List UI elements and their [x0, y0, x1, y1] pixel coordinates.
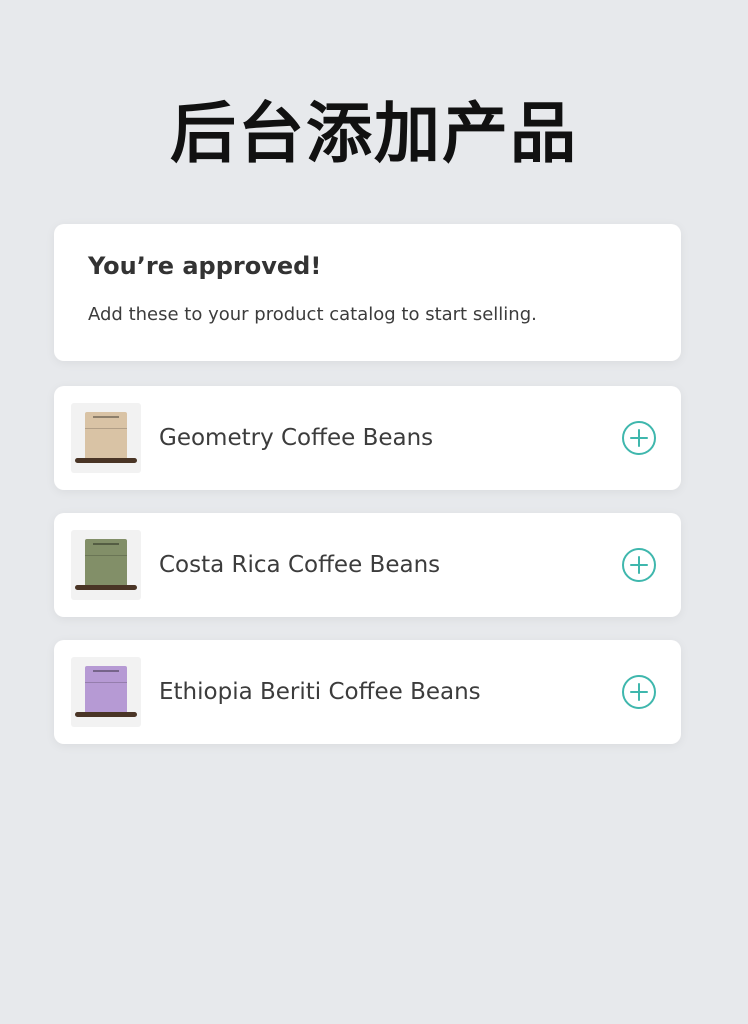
- approval-message: Add these to your product catalog to sta…: [88, 304, 537, 325]
- coffee-beans-image: [75, 585, 137, 590]
- product-thumbnail: [71, 403, 141, 473]
- add-product-button[interactable]: [621, 674, 657, 710]
- coffee-bag-image: [85, 412, 127, 460]
- plus-circle-icon: [622, 548, 656, 582]
- coffee-beans-image: [75, 458, 137, 463]
- product-name: Geometry Coffee Beans: [159, 425, 434, 451]
- add-product-button[interactable]: [621, 547, 657, 583]
- bag-label-stripe: [93, 416, 119, 418]
- bag-label-stripe: [93, 543, 119, 545]
- product-thumbnail: [71, 657, 141, 727]
- approval-heading: You’re approved!: [88, 252, 322, 280]
- bag-seam: [85, 428, 127, 429]
- add-product-button[interactable]: [621, 420, 657, 456]
- coffee-bag-image: [85, 666, 127, 714]
- product-card-costa-rica[interactable]: Costa Rica Coffee Beans: [54, 513, 681, 617]
- bag-label-stripe: [93, 670, 119, 672]
- product-card-ethiopia-beriti[interactable]: Ethiopia Beriti Coffee Beans: [54, 640, 681, 744]
- bag-seam: [85, 682, 127, 683]
- plus-circle-icon: [622, 675, 656, 709]
- product-name: Costa Rica Coffee Beans: [159, 552, 441, 578]
- page-title: 后台添加产品: [170, 94, 578, 172]
- product-name: Ethiopia Beriti Coffee Beans: [159, 679, 481, 705]
- approval-card: You’re approved! Add these to your produ…: [54, 224, 681, 361]
- plus-circle-icon: [622, 421, 656, 455]
- product-thumbnail: [71, 530, 141, 600]
- product-card-geometry[interactable]: Geometry Coffee Beans: [54, 386, 681, 490]
- coffee-bag-image: [85, 539, 127, 587]
- bag-seam: [85, 555, 127, 556]
- coffee-beans-image: [75, 712, 137, 717]
